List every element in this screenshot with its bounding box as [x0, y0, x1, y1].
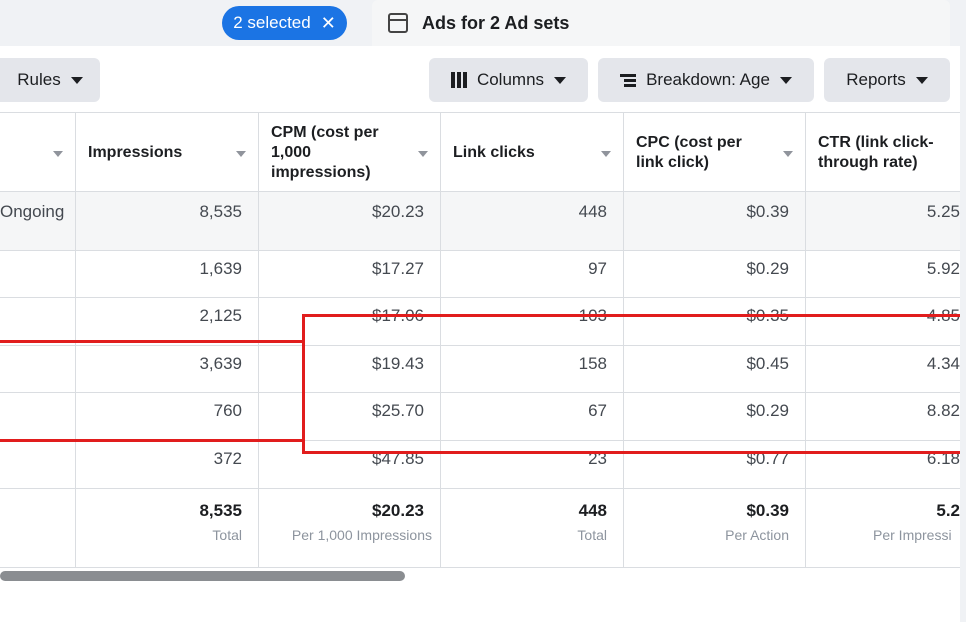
- column-header-impressions[interactable]: Impressions: [76, 113, 259, 193]
- column-header-label: CTR (link click-through rate): [818, 134, 934, 171]
- table-cell: 5.25: [926, 202, 960, 221]
- table-cell: 1,639: [76, 251, 259, 297]
- table-cell: 8,535: [76, 192, 259, 250]
- columns-button[interactable]: Columns: [429, 58, 588, 102]
- reports-button[interactable]: Reports: [824, 58, 950, 102]
- total-value: 5.2: [936, 501, 960, 520]
- breakdown-icon: [620, 73, 637, 87]
- scrollbar-thumb[interactable]: [0, 571, 405, 581]
- total-cell: 5.2 Per Impressi: [806, 489, 960, 567]
- table-cell: [0, 393, 76, 440]
- breakdown-label: Breakdown: Age: [646, 70, 770, 89]
- annotation-box: [302, 314, 966, 454]
- table-cell: [0, 441, 76, 488]
- table-row[interactable]: 1,639 $17.27 97 $0.29 5.92: [0, 251, 960, 298]
- column-header-label: CPC (cost per link click): [636, 134, 742, 171]
- total-value: 8,535: [199, 501, 242, 520]
- total-cell: $0.39 Per Action: [624, 489, 806, 567]
- rules-button[interactable]: Rules: [0, 58, 100, 102]
- total-value: $0.39: [746, 501, 789, 520]
- column-header-link-clicks[interactable]: Link clicks: [441, 113, 624, 193]
- panel-icon: [388, 13, 408, 33]
- column-header-label: Impressions: [88, 144, 183, 161]
- chevron-down-icon: [70, 76, 83, 84]
- column-header-label: CPM (cost per 1,000 impressions): [271, 124, 379, 181]
- ads-tab-title: Ads for 2 Ad sets: [422, 12, 570, 33]
- total-value: 448: [578, 501, 607, 520]
- table-row[interactable]: Ongoing 8,535 $20.23 448 $0.39 5.25: [0, 192, 960, 251]
- columns-icon: [450, 72, 467, 88]
- sort-icon[interactable]: [601, 151, 611, 157]
- toolbar: Rules Columns Breakdown: Age Reports: [0, 46, 960, 112]
- table-cell: $20.23: [259, 192, 441, 250]
- columns-label: Columns: [476, 70, 545, 89]
- top-bar: 2 selected ✕ Ads for 2 Ad sets: [0, 0, 966, 46]
- total-label: Per 1,000 Impressions: [291, 527, 432, 543]
- breakdown-button[interactable]: Breakdown: Age: [598, 58, 814, 102]
- table-cell: $17.27: [259, 251, 441, 297]
- table-cell: Ongoing: [0, 192, 76, 250]
- table-cell: [0, 346, 76, 392]
- table-cell: 5.92: [926, 259, 960, 278]
- total-label: Total: [577, 527, 607, 543]
- total-cell: [0, 489, 76, 567]
- annotation-line: [0, 340, 305, 343]
- selected-count-label: 2 selected: [233, 13, 311, 32]
- totals-row: 8,535 Total $20.23 Per 1,000 Impressions…: [0, 489, 960, 568]
- sort-icon[interactable]: [418, 151, 428, 157]
- total-cell: $20.23 Per 1,000 Impressions: [259, 489, 441, 567]
- rules-label: Rules: [17, 70, 61, 89]
- table-cell: 448: [441, 192, 624, 250]
- column-header-cpc[interactable]: CPC (cost per link click): [624, 113, 806, 193]
- table-cell: 2,125: [76, 298, 259, 345]
- table-cell: 372: [76, 441, 259, 488]
- close-icon[interactable]: ✕: [321, 14, 336, 32]
- table-cell: [0, 298, 76, 345]
- total-cell: 8,535 Total: [76, 489, 259, 567]
- selected-count-pill[interactable]: 2 selected ✕: [222, 6, 347, 40]
- total-label: Total: [212, 527, 242, 543]
- table-cell: 97: [441, 251, 624, 297]
- table-cell: $0.29: [624, 251, 806, 297]
- reports-label: Reports: [846, 70, 906, 89]
- column-header-name[interactable]: [0, 113, 76, 193]
- ads-tab[interactable]: Ads for 2 Ad sets: [372, 0, 950, 46]
- column-header-label: Link clicks: [453, 144, 535, 161]
- table-cell: $0.39: [624, 192, 806, 250]
- table-cell: 3,639: [76, 346, 259, 392]
- chevron-down-icon: [779, 76, 792, 84]
- column-header-ctr[interactable]: CTR (link click-through rate): [806, 113, 960, 193]
- chevron-down-icon: [554, 76, 567, 84]
- total-label: Per Action: [725, 527, 789, 543]
- sort-icon[interactable]: [783, 151, 793, 157]
- column-header-cpm[interactable]: CPM (cost per 1,000 impressions): [259, 113, 441, 193]
- page-edge: [960, 46, 966, 622]
- total-cell: 448 Total: [441, 489, 624, 567]
- total-value: $20.23: [372, 501, 424, 520]
- chevron-down-icon: [915, 76, 928, 84]
- table-cell: 760: [76, 393, 259, 440]
- total-label: Per Impressi: [873, 527, 952, 543]
- annotation-line: [0, 439, 305, 442]
- sort-icon[interactable]: [53, 151, 63, 157]
- sort-icon[interactable]: [236, 151, 246, 157]
- table-cell: [0, 251, 76, 297]
- table-header: Impressions CPM (cost per 1,000 impressi…: [0, 112, 960, 193]
